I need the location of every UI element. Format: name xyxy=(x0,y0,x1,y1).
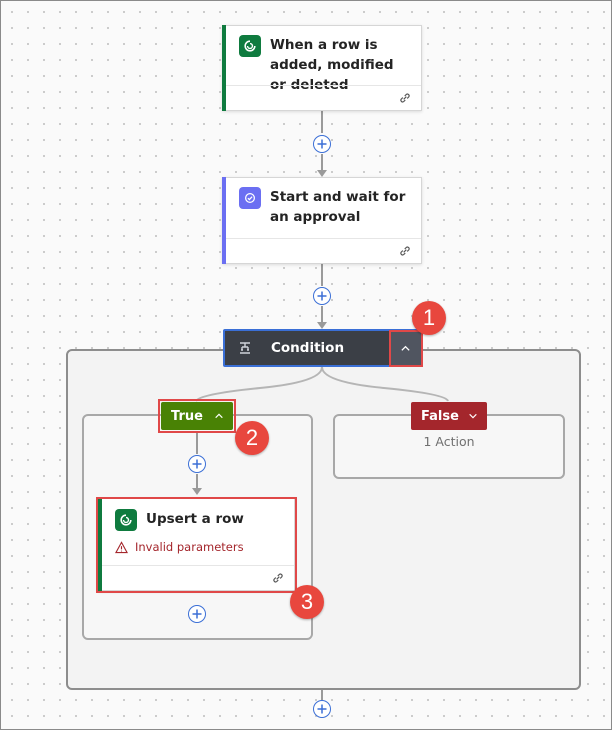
true-branch-tag[interactable]: True xyxy=(161,402,233,430)
approval-title: Start and wait for an approval xyxy=(270,189,406,225)
true-branch-label: True xyxy=(171,408,203,424)
connector xyxy=(321,264,323,286)
callout-badge-3: 3 xyxy=(290,585,324,619)
link-icon[interactable] xyxy=(271,571,285,585)
add-step-button[interactable] xyxy=(188,605,206,623)
connector xyxy=(321,690,323,700)
link-icon[interactable] xyxy=(398,91,412,105)
trigger-card[interactable]: When a row is added, modified or deleted xyxy=(222,25,422,111)
false-branch-tag[interactable]: False xyxy=(411,402,487,430)
connector xyxy=(321,111,323,133)
false-branch-summary: 1 Action xyxy=(423,434,475,449)
link-icon[interactable] xyxy=(398,244,412,258)
dataverse-icon xyxy=(115,509,137,531)
connector xyxy=(321,306,323,322)
add-step-button[interactable] xyxy=(188,455,206,473)
add-step-button[interactable] xyxy=(313,700,331,718)
condition-card[interactable]: Condition xyxy=(223,329,423,367)
connector xyxy=(321,154,323,170)
chevron-down-icon[interactable] xyxy=(468,411,478,421)
connector xyxy=(196,474,198,488)
card-footer xyxy=(226,85,421,110)
connector-arrow xyxy=(317,322,327,329)
condition-title: Condition xyxy=(271,340,345,356)
warning-icon xyxy=(115,540,128,553)
callout-badge-1: 1 xyxy=(412,301,446,335)
approval-card[interactable]: Start and wait for an approval xyxy=(222,177,422,264)
dataverse-icon xyxy=(239,35,261,57)
connector-arrow xyxy=(192,488,202,495)
upsert-row-card[interactable]: Upsert a row Invalid parameters xyxy=(98,498,295,591)
connector xyxy=(196,432,198,454)
add-step-button[interactable] xyxy=(313,135,331,153)
add-step-button[interactable] xyxy=(313,287,331,305)
callout-badge-2: 2 xyxy=(235,421,269,455)
card-footer xyxy=(102,565,294,590)
approvals-icon xyxy=(239,187,261,209)
condition-collapse-button[interactable] xyxy=(389,331,421,365)
chevron-up-icon xyxy=(400,345,410,351)
chevron-up-icon[interactable] xyxy=(214,411,224,421)
card-footer xyxy=(226,238,421,263)
upsert-row-title: Upsert a row xyxy=(146,511,244,527)
false-branch-label: False xyxy=(421,408,459,424)
error-text: Invalid parameters xyxy=(135,540,244,554)
connector-arrow xyxy=(317,170,327,177)
condition-icon xyxy=(240,342,250,354)
error-message: Invalid parameters xyxy=(115,540,244,554)
